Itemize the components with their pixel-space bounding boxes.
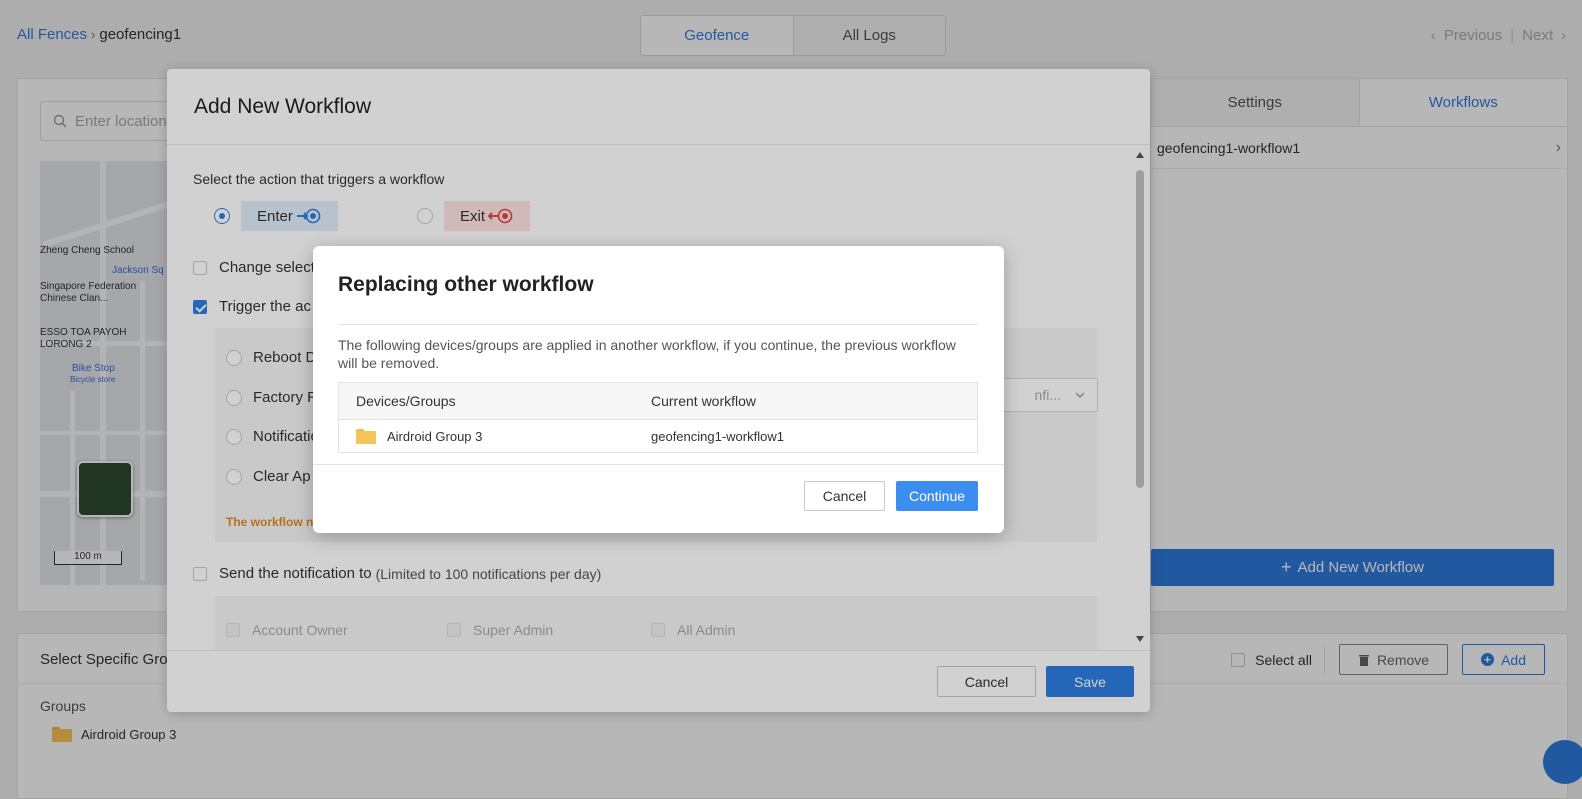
divider — [313, 464, 1004, 465]
folder-icon — [356, 429, 376, 444]
table-row: Airdroid Group 3 geofencing1-workflow1 — [339, 420, 977, 453]
col-devices-groups: Devices/Groups — [356, 393, 456, 409]
conflict-table: Devices/Groups Current workflow Airdroid… — [338, 382, 978, 453]
continue-button[interactable]: Continue — [896, 481, 978, 511]
replace-dialog-title: Replacing other workflow — [338, 273, 594, 296]
replace-workflow-dialog: Replacing other workflow The following d… — [313, 246, 1004, 533]
col-current-workflow: Current workflow — [651, 393, 757, 409]
table-header: Devices/Groups Current workflow — [339, 383, 977, 420]
divider — [338, 324, 978, 325]
cancel-button[interactable]: Cancel — [804, 481, 885, 511]
workflow-cell: geofencing1-workflow1 — [651, 429, 784, 444]
device-cell: Airdroid Group 3 — [339, 429, 651, 444]
replace-dialog-message: The following devices/groups are applied… — [338, 337, 956, 371]
device-name: Airdroid Group 3 — [387, 429, 483, 444]
